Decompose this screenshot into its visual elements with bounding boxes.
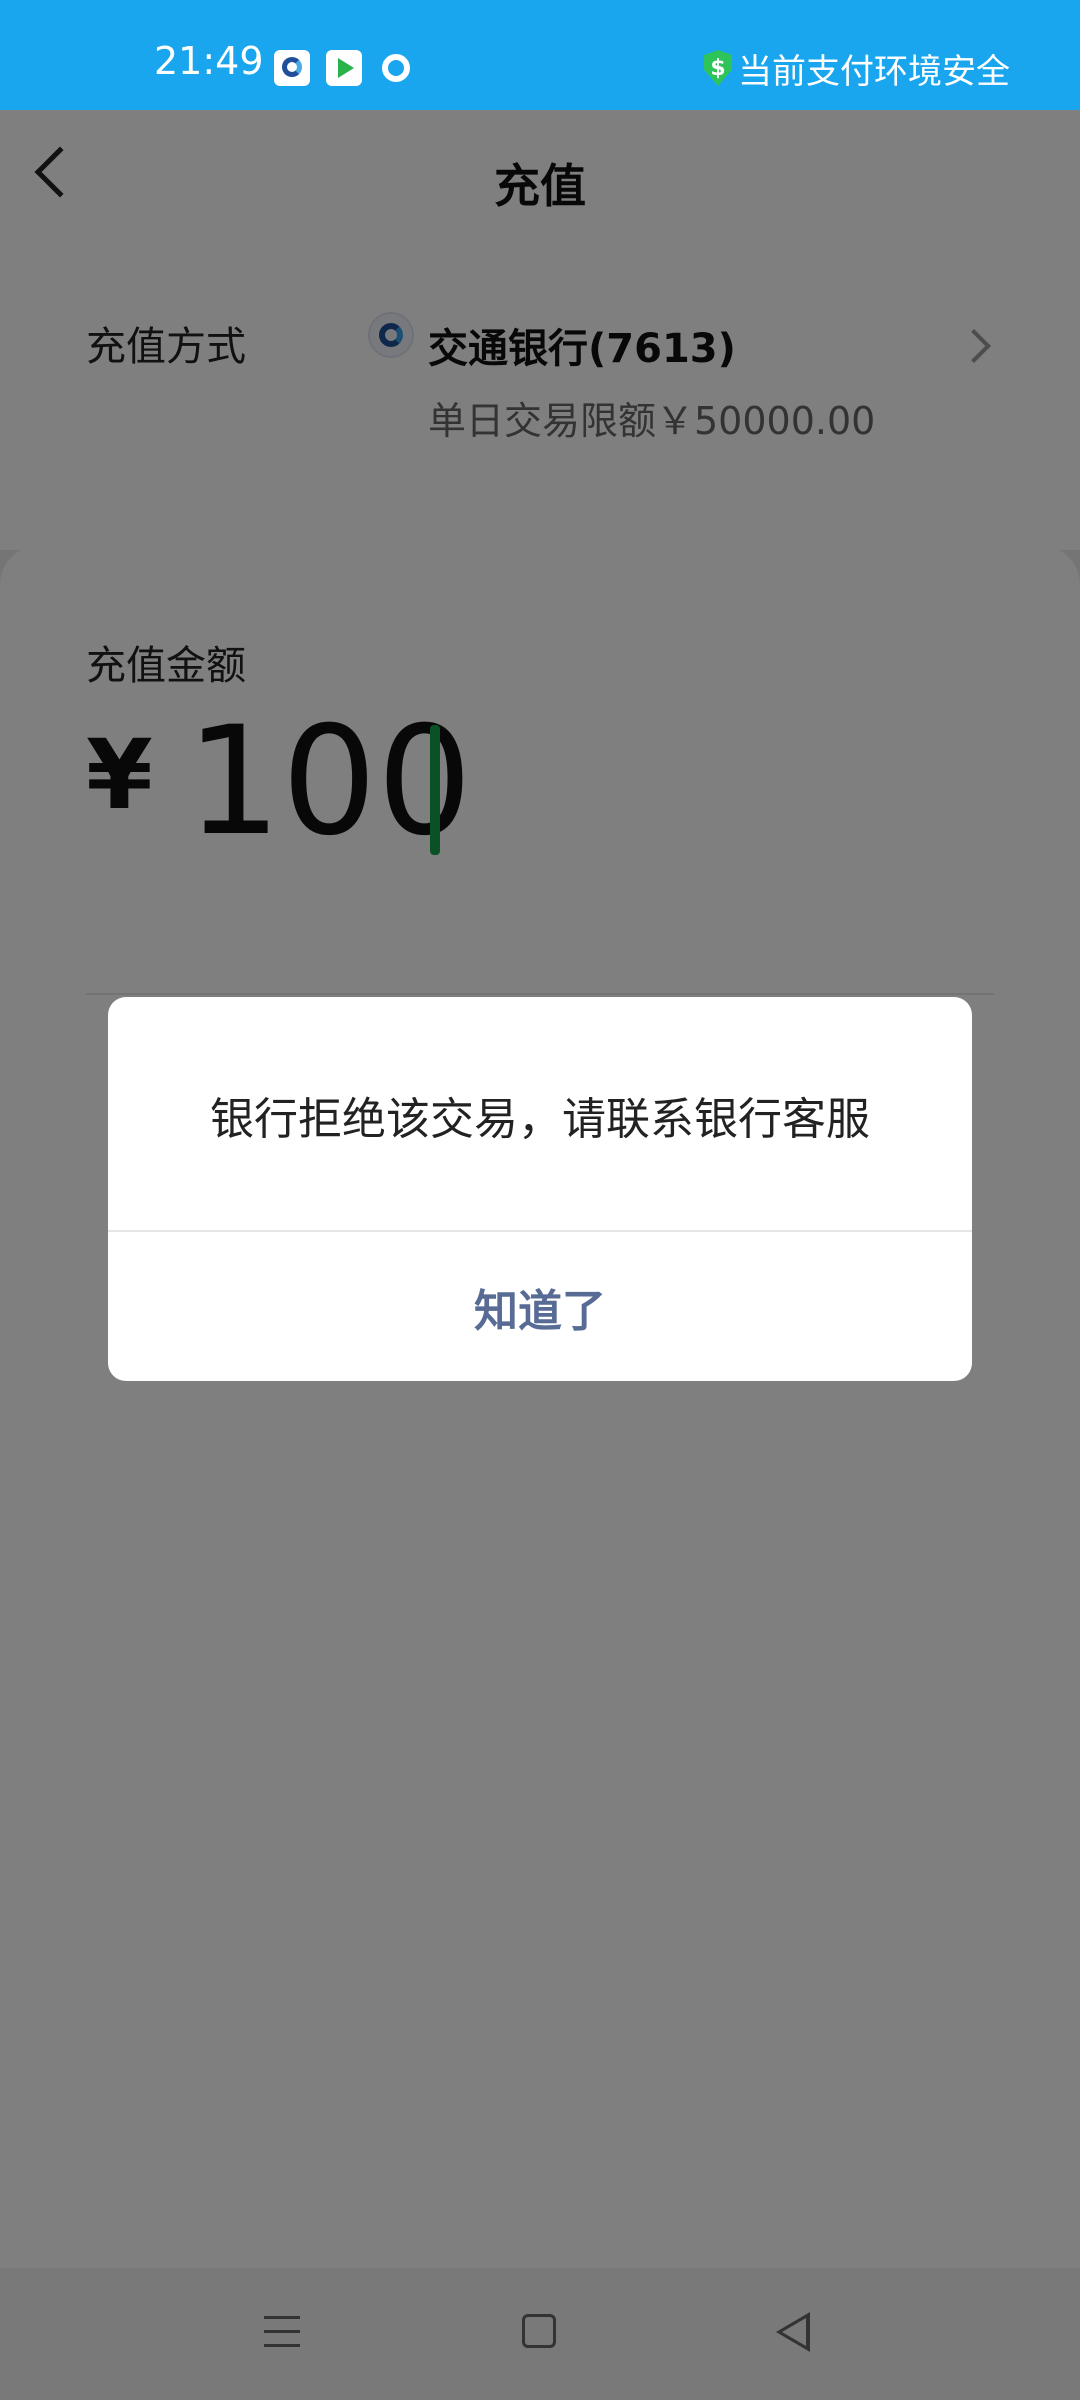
dialog-confirm-button[interactable]: 知道了: [108, 1232, 972, 1381]
dialog-message: 银行拒绝该交易，请联系银行客服: [210, 1094, 870, 1145]
shield-icon: $: [704, 50, 732, 86]
alert-dialog: 银行拒绝该交易，请联系银行客服 知道了: [108, 997, 972, 1381]
search-app-icon: [378, 50, 414, 86]
bank-app-icon: [274, 50, 310, 86]
video-app-icon: [326, 50, 362, 86]
payment-safety-indicator: $ 当前支付环境安全: [704, 48, 1010, 92]
safety-text: 当前支付环境安全: [738, 51, 1010, 92]
status-bar: 21:49 $ 当前支付环境安全: [0, 0, 1080, 110]
status-time: 21:49: [154, 39, 264, 83]
